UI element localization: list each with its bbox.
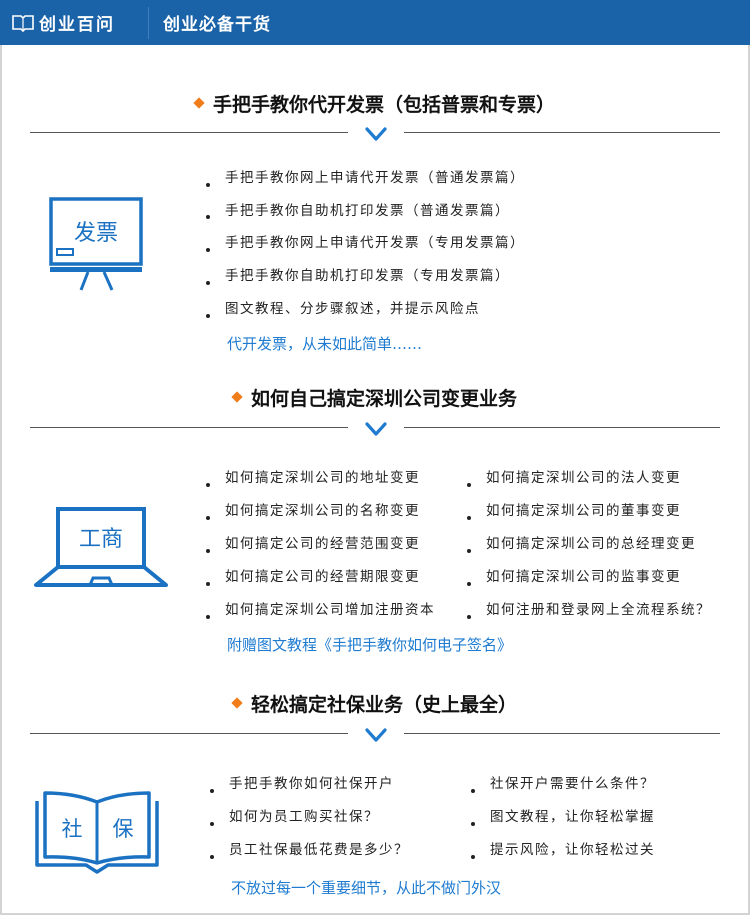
list-item[interactable]: 提示风险，让你轻松过关 <box>468 840 655 873</box>
list-item[interactable]: 员工社保最低花费是多少？ <box>207 840 409 873</box>
list-item[interactable]: 如何注册和登录网上全流程系统？ <box>464 600 711 633</box>
divider-line-right <box>404 733 720 734</box>
diamond-bullet-icon <box>193 96 205 109</box>
list-item[interactable]: 如何搞定深圳公司的总经理变更 <box>464 534 711 567</box>
divider-line-right <box>404 132 720 133</box>
social-icon-label-left: 社 <box>62 817 83 841</box>
list-item[interactable]: 如何为员工购买社保？ <box>207 807 409 840</box>
brand-name: 创业百问 <box>39 15 115 35</box>
list-item[interactable]: 如何搞定公司的经营期限变更 <box>203 567 435 600</box>
divider-line-left <box>30 132 348 133</box>
list-item[interactable]: 如何搞定公司的经营范围变更 <box>203 534 435 567</box>
section-1-title: 手把手教你代开发票（包括普票和专票） <box>0 90 750 117</box>
list-item[interactable]: 手把手教你网上申请代开发票（专用发票篇） <box>203 233 525 266</box>
business-change-list-left: 如何搞定深圳公司的地址变更 如何搞定深圳公司的名称变更 如何搞定公司的经营范围变… <box>203 468 435 633</box>
list-item[interactable]: 手把手教你如何社保开户 <box>207 774 409 807</box>
section-1-title-text: 手把手教你代开发票（包括普票和专票） <box>212 94 555 116</box>
divider-line-left <box>30 427 348 428</box>
list-item[interactable]: 手把手教你自助机打印发票（普通发票篇） <box>203 201 525 233</box>
business-change-list-right: 如何搞定深圳公司的法人变更 如何搞定深圳公司的董事变更 如何搞定深圳公司的总经理… <box>464 468 711 633</box>
list-item[interactable]: 如何搞定深圳公司的法人变更 <box>464 468 711 501</box>
list-item[interactable]: 如何搞定深圳公司的名称变更 <box>203 501 435 534</box>
presentation-board-icon: 发票 <box>49 197 143 291</box>
list-item[interactable]: 图文教程、分步骤叙述，并提示风险点 <box>203 299 525 332</box>
list-item[interactable]: 社保开户需要什么条件？ <box>468 774 655 807</box>
chevron-down-icon <box>365 422 387 436</box>
social-insurance-list-left: 手把手教你如何社保开户 如何为员工购买社保？ 员工社保最低花费是多少？ <box>207 774 409 873</box>
list-item[interactable]: 如何搞定深圳公司增加注册资本 <box>203 600 435 633</box>
page-title: 创业必备干货 <box>163 15 271 35</box>
invoice-note-link[interactable]: 代开发票，从未如此简单…… <box>227 333 422 354</box>
brand-logo[interactable]: 创业百问 <box>0 0 148 45</box>
header-divider <box>148 6 149 39</box>
section-3-title-text: 轻松搞定社保业务（史上最全） <box>250 694 517 716</box>
list-item[interactable]: 如何搞定深圳公司的监事变更 <box>464 567 711 600</box>
laptop-icon: 工商 <box>34 507 168 587</box>
list-item[interactable]: 手把手教你网上申请代开发票（普通发票篇） <box>203 168 525 201</box>
divider-line-right <box>404 427 720 428</box>
e-signature-tutorial-link[interactable]: 附赠图文教程《手把手教你如何电子签名》 <box>227 634 512 655</box>
invoice-topic-list: 手把手教你网上申请代开发票（普通发票篇） 手把手教你自助机打印发票（普通发票篇）… <box>203 168 525 332</box>
social-insurance-note-link[interactable]: 不放过每一个重要细节，从此不做门外汉 <box>231 877 501 898</box>
section-2-title-text: 如何自己搞定深圳公司变更业务 <box>250 388 517 410</box>
list-item[interactable]: 如何搞定深圳公司的地址变更 <box>203 468 435 501</box>
list-item[interactable]: 如何搞定深圳公司的董事变更 <box>464 501 711 534</box>
invoice-icon-label: 发票 <box>74 221 118 246</box>
section-2-title: 如何自己搞定深圳公司变更业务 <box>0 384 750 411</box>
business-icon-label: 工商 <box>79 527 123 552</box>
divider-line-left <box>30 733 348 734</box>
diamond-bullet-icon <box>231 696 243 709</box>
section-3-title: 轻松搞定社保业务（史上最全） <box>0 690 750 717</box>
diamond-bullet-icon <box>231 390 243 403</box>
chevron-down-icon <box>365 127 387 141</box>
chevron-down-icon <box>365 728 387 742</box>
open-book-icon: 社 保 <box>35 791 159 874</box>
list-item[interactable]: 手把手教你自助机打印发票（专用发票篇） <box>203 266 525 299</box>
social-icon-label-right: 保 <box>113 817 134 841</box>
open-book-icon <box>12 14 34 32</box>
social-insurance-list-right: 社保开户需要什么条件？ 图文教程，让你轻松掌握 提示风险，让你轻松过关 <box>468 774 655 873</box>
list-item[interactable]: 图文教程，让你轻松掌握 <box>468 807 655 840</box>
top-header-bar: 创业百问 创业必备干货 <box>0 0 750 45</box>
